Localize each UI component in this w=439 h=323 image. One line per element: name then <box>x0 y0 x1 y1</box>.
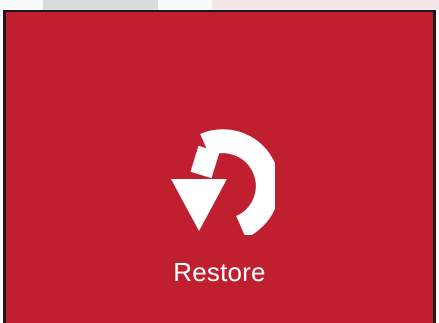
restore-label: Restore <box>173 257 266 287</box>
top-strip <box>0 0 439 10</box>
restore-icon <box>171 129 275 235</box>
restore-tile[interactable]: Restore <box>3 10 436 323</box>
adjacent-tile-edge <box>43 0 158 10</box>
adjacent-tile-edge-right <box>212 0 439 10</box>
